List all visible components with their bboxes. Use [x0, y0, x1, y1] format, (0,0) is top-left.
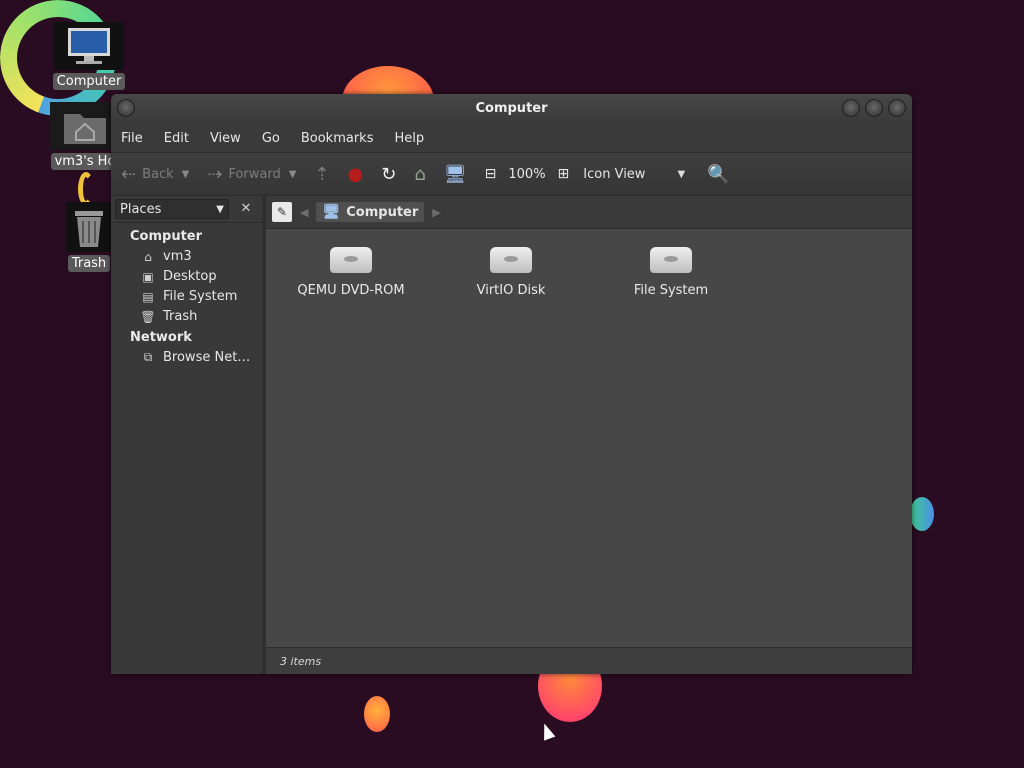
sidebar-item-label: vm3 — [163, 249, 192, 264]
home-folder-icon: ⌂ — [414, 163, 426, 185]
stop-icon: ● — [347, 163, 364, 185]
sidebar-type-label: Places — [120, 201, 162, 217]
computer-icon: 🖥 — [443, 163, 467, 185]
file-item-label: File System — [633, 283, 709, 298]
toolbar: ⇠ Back ▼ ⇢ Forward ▼ ⇡ ● ↻ ⌂ 🖥 ⊟ 100% ⊞ — [111, 152, 912, 196]
file-item-label: VirtIO Disk — [476, 283, 546, 298]
file-manager-window: Computer File Edit View Go Bookmarks Hel… — [111, 94, 912, 674]
zoom-out-button[interactable]: ⊟ — [485, 166, 503, 182]
stop-button[interactable]: ● — [348, 164, 370, 185]
home-button[interactable]: ⌂ — [414, 164, 431, 185]
menu-bookmarks[interactable]: Bookmarks — [301, 131, 374, 146]
menu-view[interactable]: View — [210, 131, 241, 146]
close-icon: ✕ — [240, 201, 252, 216]
file-item-file-system[interactable]: File System — [596, 247, 746, 298]
mouse-cursor-icon — [538, 721, 556, 741]
close-sidebar-button[interactable]: ✕ — [237, 200, 255, 218]
sidebar: Places ▼ ✕ Computer ⌂ vm3 ▣ Desktop ▤ Fi… — [111, 196, 266, 674]
content-pane: ✎ ◀ 🖥 Computer ▶ QEMU DVD-ROM VirtIO Dis… — [266, 196, 912, 674]
forward-label: Forward — [228, 166, 281, 182]
desktop-icon-computer[interactable]: Computer — [51, 22, 127, 90]
file-item-dvd[interactable]: QEMU DVD-ROM — [276, 247, 426, 298]
desktop-icon-label: vm3's Ho — [50, 153, 120, 170]
zoom-in-icon: ⊞ — [557, 166, 570, 182]
up-arrow-icon: ⇡ — [314, 163, 330, 185]
trash-icon — [66, 202, 112, 252]
close-button[interactable] — [888, 99, 906, 117]
back-arrow-icon: ⇠ — [121, 163, 137, 185]
reload-button[interactable]: ↻ — [381, 164, 402, 185]
sidebar-item-label: File System — [163, 289, 238, 304]
breadcrumb-right-arrow[interactable]: ▶ — [432, 206, 440, 219]
home-folder-icon — [50, 102, 120, 150]
chevron-down-icon: ▼ — [216, 203, 224, 215]
zoom-out-icon: ⊟ — [484, 166, 497, 182]
desktop-icon-label: Computer — [52, 73, 126, 90]
forward-button[interactable]: ⇢ Forward ▼ — [207, 164, 296, 185]
status-text: 3 items — [280, 654, 322, 668]
forward-history-dropdown[interactable]: ▼ — [289, 169, 297, 180]
breadcrumb-left-arrow[interactable]: ◀ — [300, 206, 308, 219]
titlebar[interactable]: Computer — [111, 94, 912, 124]
status-bar: 3 items — [266, 647, 912, 674]
wallpaper-blob — [910, 497, 934, 531]
file-item-virtio-disk[interactable]: VirtIO Disk — [436, 247, 586, 298]
menu-help[interactable]: Help — [394, 131, 424, 146]
home-icon: ⌂ — [144, 249, 152, 264]
forward-arrow-icon: ⇢ — [207, 163, 223, 185]
sidebar-item-label: Desktop — [163, 269, 217, 284]
sidebar-heading-computer: Computer — [130, 229, 203, 244]
sidebar-type-select[interactable]: Places ▼ — [115, 199, 229, 219]
search-button[interactable]: 🔍 — [707, 164, 735, 185]
chevron-down-icon: ▼ — [677, 168, 686, 180]
file-item-label: QEMU DVD-ROM — [297, 283, 405, 298]
location-edit-button[interactable]: ✎ — [272, 202, 292, 222]
sidebar-header: Places ▼ ✕ — [111, 196, 262, 223]
reload-icon: ↻ — [381, 163, 397, 185]
minimize-button[interactable] — [842, 99, 860, 117]
back-label: Back — [142, 166, 174, 182]
drive-icon: ▤ — [142, 289, 154, 304]
sidebar-item-vm3[interactable]: ⌂ vm3 — [111, 244, 262, 264]
up-button[interactable]: ⇡ — [314, 164, 335, 185]
computer-icon: 🖥 — [322, 204, 341, 220]
back-history-dropdown[interactable]: ▼ — [182, 169, 190, 180]
view-mode-select[interactable]: Icon View ▼ — [583, 167, 685, 182]
wallpaper-blob — [364, 696, 390, 732]
zoom-in-button[interactable]: ⊞ — [558, 166, 576, 182]
hard-disk-icon — [650, 247, 692, 273]
back-button[interactable]: ⇠ Back ▼ — [121, 164, 189, 185]
window-title: Computer — [475, 101, 548, 116]
wallpaper-arc — [78, 172, 94, 206]
desktop-icon-label: Trash — [67, 255, 111, 272]
breadcrumb[interactable]: 🖥 Computer — [316, 202, 425, 222]
zoom-level: 100% — [508, 166, 546, 182]
trash-icon: 🗑 — [140, 309, 156, 324]
menu-file[interactable]: File — [121, 131, 143, 146]
desktop-icon: ▣ — [142, 269, 154, 284]
menu-edit[interactable]: Edit — [164, 131, 189, 146]
computer-button[interactable]: 🖥 — [444, 164, 473, 185]
sidebar-item-trash[interactable]: 🗑 Trash — [111, 304, 262, 324]
breadcrumb-label: Computer — [346, 204, 419, 220]
sidebar-item-browse-network[interactable]: ⧉ Browse Net… — [111, 345, 262, 365]
sidebar-heading-network: Network — [130, 330, 192, 345]
menubar: File Edit View Go Bookmarks Help — [111, 124, 912, 152]
sidebar-item-desktop[interactable]: ▣ Desktop — [111, 264, 262, 284]
sidebar-item-file-system[interactable]: ▤ File System — [111, 284, 262, 304]
sidebar-item-label: Browse Net… — [163, 350, 251, 365]
sidebar-item-label: Trash — [163, 309, 198, 324]
computer-icon — [54, 22, 124, 70]
optical-drive-icon — [330, 247, 372, 273]
network-icon: ⧉ — [143, 350, 153, 364]
icon-view: QEMU DVD-ROM VirtIO Disk File System — [266, 229, 912, 649]
search-icon: 🔍 — [707, 163, 730, 185]
view-mode-label: Icon View — [583, 166, 646, 182]
location-bar: ✎ ◀ 🖥 Computer ▶ — [266, 196, 912, 229]
maximize-button[interactable] — [865, 99, 883, 117]
hard-disk-icon — [490, 247, 532, 273]
menu-go[interactable]: Go — [262, 131, 280, 146]
pencil-icon: ✎ — [276, 205, 288, 219]
